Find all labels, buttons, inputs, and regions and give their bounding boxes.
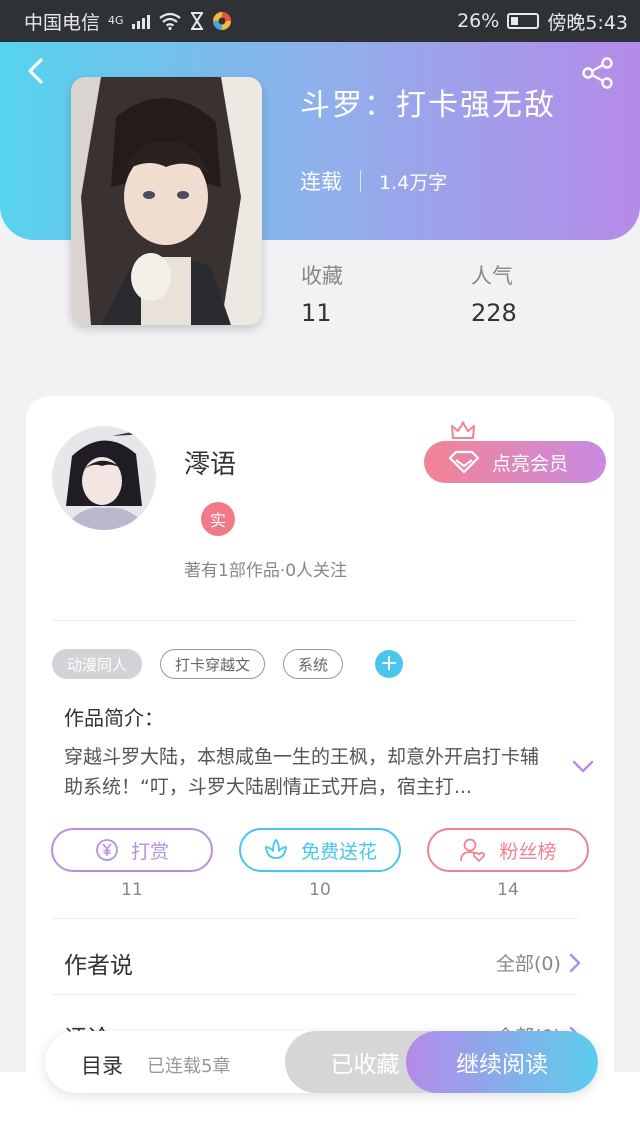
add-tag-button[interactable]: + — [375, 650, 404, 678]
send-flower-button[interactable]: 免费送花 — [239, 828, 401, 872]
network-type: 4G — [108, 13, 124, 27]
wifi-icon — [158, 12, 181, 30]
diamond-icon — [448, 450, 480, 474]
fan-count: 14 — [497, 880, 519, 900]
chapter-count: 已连载5章 — [147, 1056, 231, 1077]
toc-button[interactable]: 目录 — [81, 1050, 123, 1080]
crown-icon — [451, 421, 475, 439]
author-says-all-label: 全部(0) — [496, 953, 561, 975]
popularity-count: 228 — [471, 299, 517, 327]
tag-item[interactable]: 动漫同人 — [52, 649, 143, 679]
word-count: 1.4万字 — [379, 171, 448, 194]
flower-count: 10 — [309, 880, 331, 900]
book-detail-card: 澪语 实 著有1部作品·0人关注 点亮会员 动漫同人 打卡穿越文 系统 + 作品… — [26, 396, 614, 1096]
vip-label: 点亮会员 — [492, 452, 569, 475]
hourglass-icon — [190, 12, 203, 30]
verified-badge: 实 — [201, 502, 235, 536]
divider — [52, 918, 578, 919]
book-cover[interactable] — [71, 77, 262, 325]
yen-coin-icon — [96, 839, 118, 861]
favorites-count: 11 — [301, 299, 332, 327]
bottom-action-bar: 目录 已连载5章 已收藏 继续阅读 — [45, 1031, 598, 1093]
author-avatar[interactable] — [52, 426, 156, 530]
author-name[interactable]: 澪语 — [184, 444, 236, 481]
intro-text[interactable]: 穿越斗罗大陆，本想咸鱼一生的王枫，却意外开启打卡辅助系统！“叮，斗罗大陆剧情正式… — [64, 742, 554, 802]
tag-item[interactable]: 系统 — [283, 649, 344, 679]
book-status: 连载 — [300, 170, 342, 194]
meta-divider — [360, 170, 361, 192]
book-title: 斗罗：打卡强无敌 — [300, 88, 556, 123]
tag-item[interactable]: 打卡穿越文 — [160, 649, 266, 679]
tag-list: 动漫同人 打卡穿越文 系统 + — [52, 649, 404, 679]
signal-icon — [131, 13, 150, 29]
status-bar: 中国电信 4G 26% 傍晚5:43 — [0, 0, 640, 42]
author-stats: 著有1部作品·0人关注 — [184, 561, 348, 581]
favorites-label: 收藏 — [301, 264, 343, 288]
reward-button[interactable]: 打赏 — [51, 828, 213, 872]
reward-label: 打赏 — [130, 840, 169, 863]
author-says-all-link[interactable]: 全部(0) — [496, 949, 581, 976]
author-says-title: 作者说 — [64, 953, 133, 979]
battery-percent: 26% — [457, 10, 500, 32]
divider — [52, 994, 578, 995]
divider — [52, 620, 578, 621]
continue-reading-button[interactable]: 继续阅读 — [406, 1031, 598, 1093]
chevron-left-icon[interactable] — [22, 56, 52, 86]
popularity-label: 人气 — [471, 264, 513, 288]
user-heart-icon — [460, 838, 486, 862]
flower-icon — [265, 839, 287, 859]
book-meta: 连载 1.4万字 — [300, 166, 447, 196]
intro-heading: 作品简介： — [64, 706, 164, 730]
send-flower-label: 免费送花 — [300, 840, 377, 863]
clock: 傍晚5:43 — [547, 11, 628, 34]
share-icon[interactable] — [580, 56, 616, 90]
battery-icon — [507, 13, 540, 29]
reward-count: 11 — [121, 880, 143, 900]
vip-button[interactable]: 点亮会员 — [424, 441, 606, 483]
carrier-label: 中国电信 — [24, 11, 101, 34]
fan-ranking-button[interactable]: 粉丝榜 — [427, 828, 589, 872]
chevron-right-icon — [569, 953, 581, 972]
app-notification-icon — [212, 12, 231, 30]
chevron-down-icon[interactable] — [572, 759, 594, 775]
fan-ranking-label: 粉丝榜 — [499, 840, 557, 863]
